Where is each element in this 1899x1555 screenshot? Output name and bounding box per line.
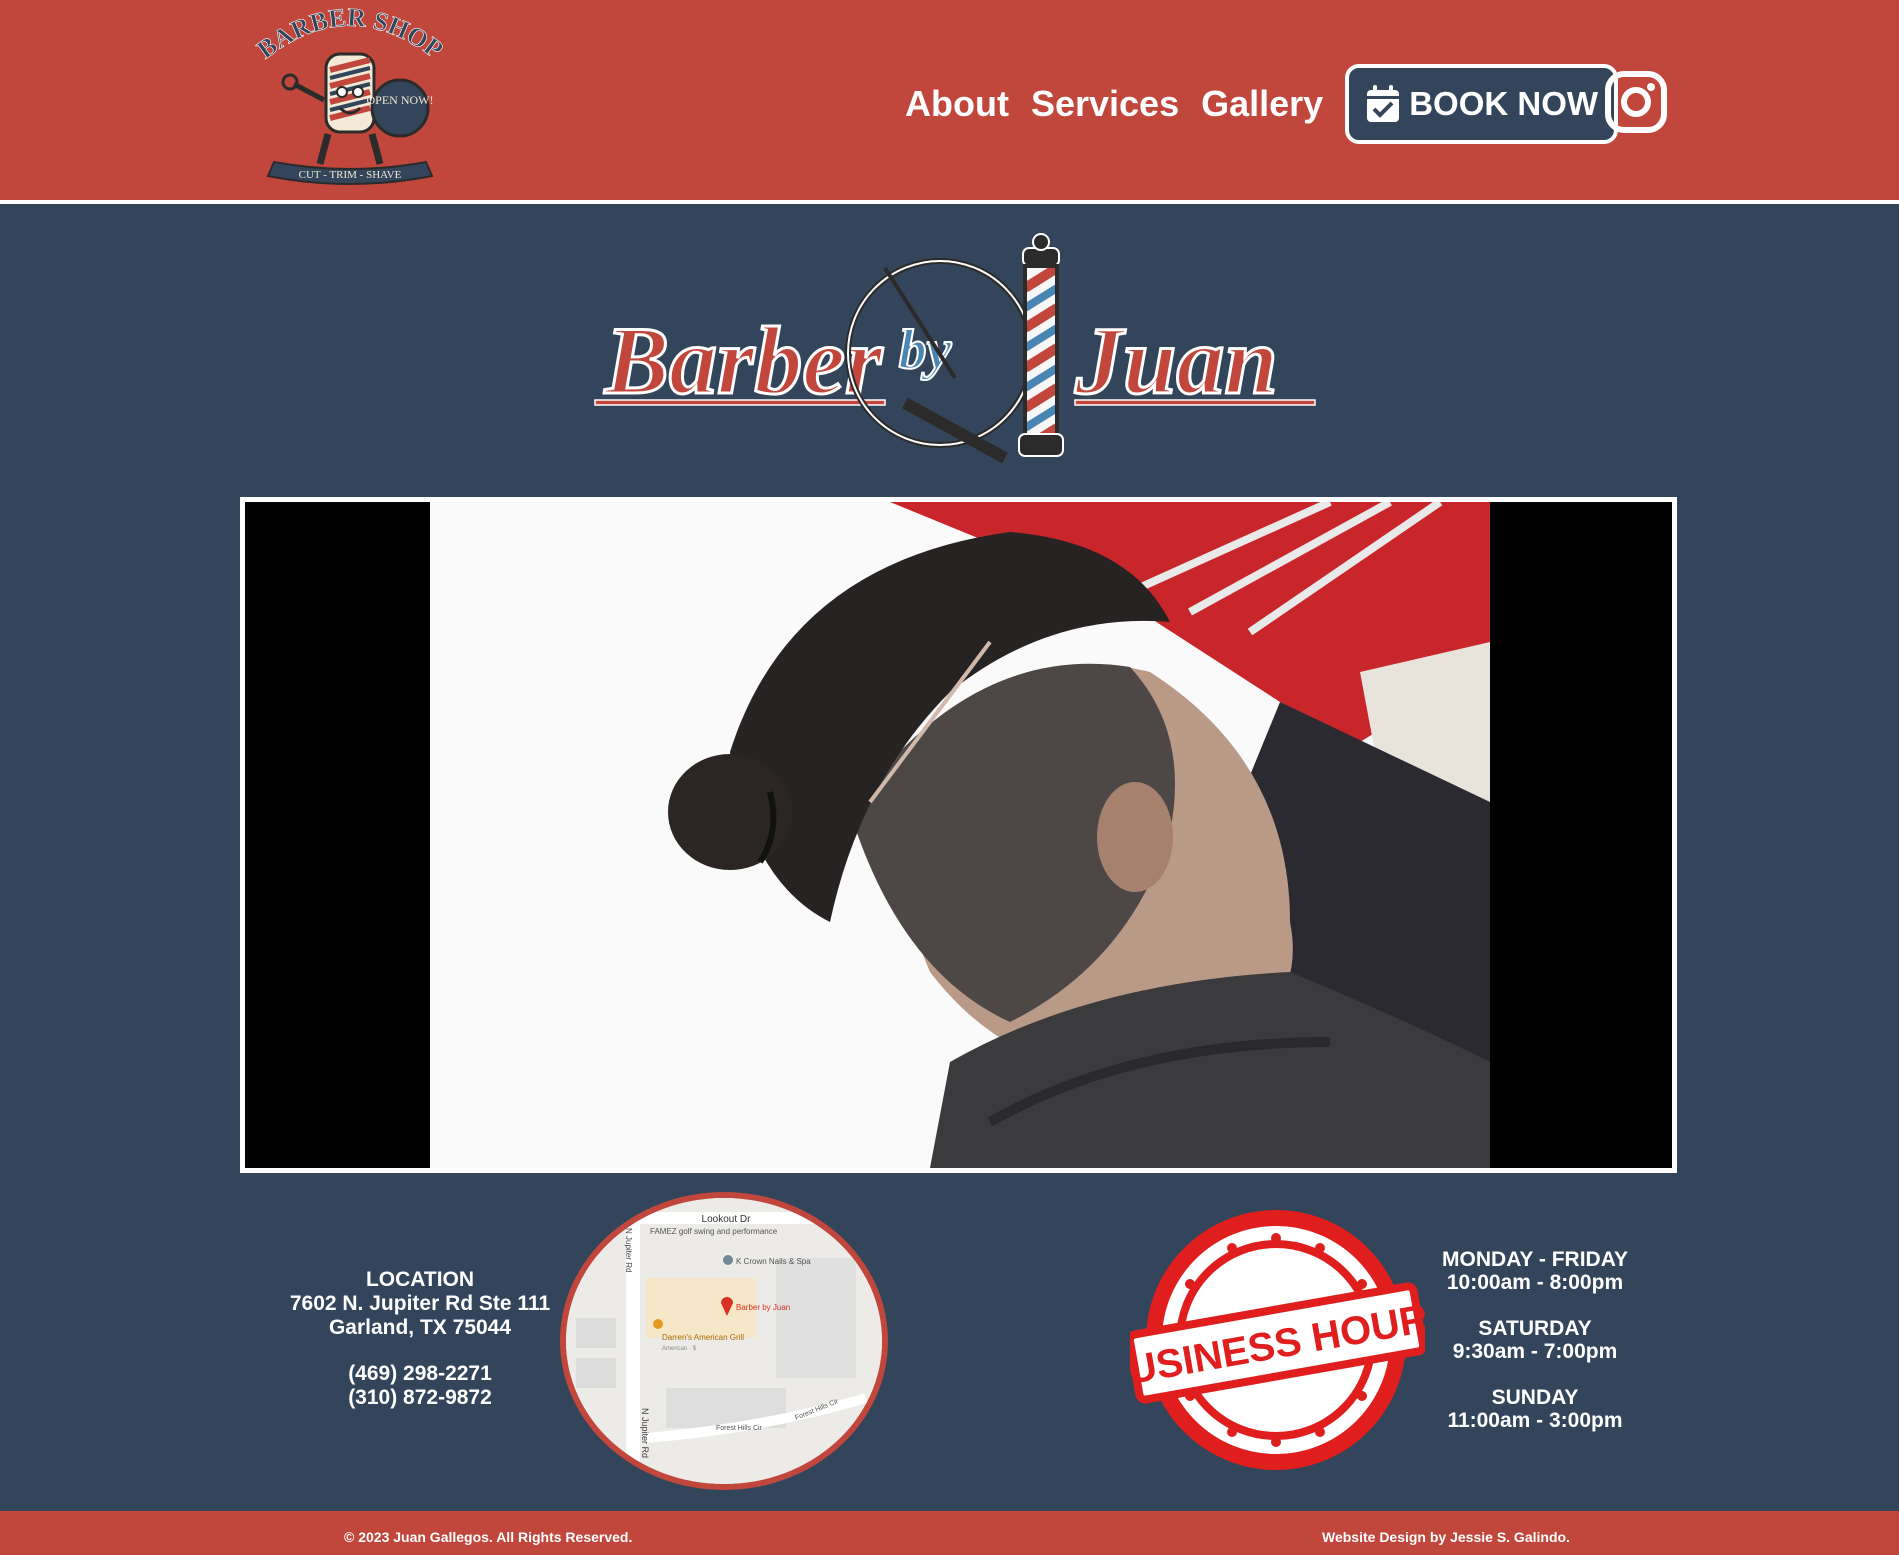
map-pin-label: Barber by Juan	[736, 1303, 790, 1312]
barber-shop-logo[interactable]: BARBER SHOP OPEN NOW! CUT - TRIM - SHAVE	[250, 4, 450, 200]
sunday-time: 11:00am - 3:00pm	[1447, 1409, 1623, 1432]
nav-services[interactable]: Services	[1031, 83, 1179, 125]
location-map[interactable]: Lookout Dr FAMEZ golf swing and performa…	[560, 1192, 888, 1490]
saturday-label: SATURDAY	[1478, 1317, 1592, 1340]
map-road-jupiter-top: N Jupiter Rd	[624, 1228, 633, 1272]
business-hours-stamp: BUSINESS HOURS	[1130, 1210, 1425, 1470]
book-now-label: BOOK NOW	[1409, 85, 1599, 122]
video-frame-image	[430, 502, 1490, 1168]
weekday-label: MONDAY - FRIDAY	[1442, 1248, 1628, 1271]
nav-about[interactable]: About	[905, 83, 1009, 125]
weekday-time: 10:00am - 8:00pm	[1446, 1271, 1624, 1294]
instagram-icon[interactable]	[1604, 70, 1668, 134]
address-line-1: 7602 N. Jupiter Rd Ste 111	[289, 1292, 551, 1315]
brand-word-barber: Barber	[604, 307, 884, 414]
main-nav: About Services Gallery BOOK NOW	[905, 64, 1619, 144]
map-poi-crown: K Crown Nails & Spa	[736, 1257, 811, 1266]
location-block: LOCATION 7602 N. Jupiter Rd Ste 111 Garl…	[270, 1268, 570, 1410]
site-footer	[0, 1511, 1899, 1555]
brand-word-juan: Juan	[1074, 307, 1278, 414]
map-poi-darrens: Darren's American Grill	[662, 1333, 744, 1342]
barber-by-juan-logo: Barber by Juan	[594, 233, 1316, 464]
map-road-jupiter: N Jupiter Rd	[640, 1408, 650, 1458]
logo-badge: OPEN NOW!	[367, 93, 434, 107]
location-heading: LOCATION	[365, 1268, 475, 1291]
logo-banner: CUT - TRIM - SHAVE	[299, 169, 402, 181]
address-line-2: Garland, TX 75044	[328, 1316, 512, 1339]
phone-1[interactable]: (469) 298-2271	[270, 1362, 570, 1386]
map-tiles: Lookout Dr FAMEZ golf swing and performa…	[566, 1198, 882, 1484]
calendar-check-icon	[1367, 85, 1400, 122]
sunday-label: SUNDAY	[1491, 1386, 1579, 1409]
hours-block: MONDAY - FRIDAY 10:00am - 8:00pm SATURDA…	[1420, 1248, 1650, 1432]
saturday-time: 9:30am - 7:00pm	[1452, 1340, 1618, 1363]
video-player[interactable]	[240, 497, 1677, 1173]
phone-2[interactable]: (310) 872-9872	[270, 1386, 570, 1410]
map-road-lookout: Lookout Dr	[702, 1214, 752, 1225]
haircut-still	[430, 502, 1490, 1168]
copyright-text: © 2023 Juan Gallegos. All Rights Reserve…	[344, 1529, 633, 1545]
map-road-forest: Forest Hills Cir	[716, 1425, 763, 1432]
nav-gallery[interactable]: Gallery	[1201, 83, 1323, 125]
map-poi-darrens-sub: American · $	[662, 1346, 697, 1352]
design-credit: Website Design by Jessie S. Galindo.	[1322, 1529, 1570, 1545]
map-poi-famez: FAMEZ golf swing and performance	[650, 1227, 778, 1236]
book-now-button[interactable]: BOOK NOW	[1345, 64, 1619, 144]
